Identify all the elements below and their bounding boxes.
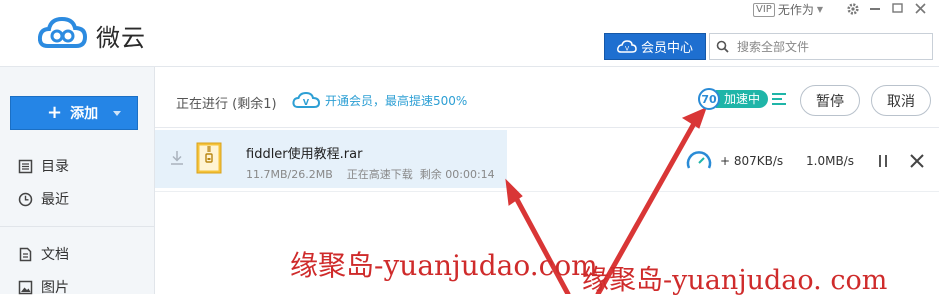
watermark-right: 缘聚岛-yuanjudao. com (582, 265, 888, 296)
arrowhead (681, 107, 707, 129)
watermark-left: 缘聚岛-yuanjudao.com (290, 249, 598, 282)
accel-score: 70 (698, 88, 720, 110)
